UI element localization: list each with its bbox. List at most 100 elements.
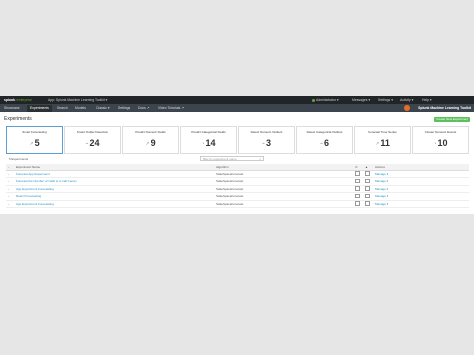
tab-docs[interactable]: Docs ↗ [138, 106, 150, 110]
card-detect-categorical-outliers[interactable]: Detect Categorical Outliers ⌁6 [296, 126, 353, 154]
tab-models[interactable]: Models [75, 106, 86, 110]
algorithm-cell: StateSpaceForecast [214, 170, 353, 178]
app-title: Splunk Machine Learning Toolkit [418, 106, 471, 110]
expand-icon[interactable]: › [8, 179, 9, 183]
expand-icon[interactable]: › [8, 172, 9, 176]
tab-showcase[interactable]: Showcase [4, 106, 20, 110]
experiment-count: 5 Experiments [9, 157, 29, 161]
experiment-link[interactable]: App Experiment Forecasting [16, 202, 54, 206]
create-experiment-button[interactable]: Create New Experiment [434, 117, 470, 122]
pie-icon: ◔ [201, 140, 205, 147]
algorithm-cell: StateSpaceForecast [214, 192, 353, 201]
schedule-checkbox[interactable] [365, 193, 370, 198]
messages-menu[interactable]: Messages ▾ [352, 98, 370, 102]
filter-input[interactable]: filter by experiment name × [200, 156, 264, 161]
filter-placeholder: filter by experiment name [203, 157, 237, 161]
alert-checkbox[interactable] [355, 178, 360, 183]
tab-experiments[interactable]: Experiments [27, 104, 52, 112]
card-count: 14 [205, 138, 216, 148]
expand-icon[interactable]: › [8, 187, 9, 191]
alert-checkbox[interactable] [355, 186, 360, 191]
card-predict-categorical-fields[interactable]: Predict Categorical Fields ◔14 [180, 126, 237, 154]
app-frame: splunk>enterprise App: Splunk Machine Le… [0, 96, 474, 214]
experiment-type-cards: Smart Forecasting ↗5 Smart Outlier Detect… [6, 126, 469, 154]
brand-suffix: >enterprise [14, 98, 32, 102]
app-menu[interactable]: App: Splunk Machine Learning Toolkit ▾ [48, 98, 107, 102]
splunk-logo[interactable]: splunk>enterprise [4, 98, 32, 102]
schedule-checkbox[interactable] [365, 171, 370, 176]
mltk-logo-icon [404, 104, 410, 111]
manage-menu[interactable]: Manage ▾ [375, 187, 388, 191]
card-smart-forecasting[interactable]: Smart Forecasting ↗5 [6, 126, 63, 154]
outlier-icon: ⌁ [261, 140, 265, 147]
card-count: 9 [150, 138, 156, 148]
card-label: Smart Outlier Detection [76, 129, 109, 134]
settings-menu[interactable]: Settings ▾ [378, 98, 393, 102]
table-row: › Forecast the Number of Calls to a Call … [6, 177, 469, 186]
alert-checkbox[interactable] [355, 201, 360, 206]
experiment-link[interactable]: Forecast App Experiment [16, 172, 50, 176]
experiment-link[interactable]: Detect Forecasting [16, 194, 41, 198]
expand-icon[interactable]: › [8, 202, 9, 206]
tab-settings[interactable]: Settings [118, 106, 130, 110]
manage-menu[interactable]: Manage ▾ [375, 172, 388, 176]
manage-menu[interactable]: Manage ▾ [375, 194, 388, 198]
algorithm-cell: StateSpaceForecast [214, 177, 353, 186]
experiments-table: › Experiment Name Algorithm ⊙ ▲ Actions … [6, 164, 469, 208]
manage-menu[interactable]: Manage ▾ [375, 202, 388, 206]
alert-checkbox[interactable] [355, 171, 360, 176]
brand-name: splunk [4, 98, 15, 102]
status-dot-icon [312, 98, 315, 102]
table-row: › App Experiment Forecasting StateSpaceFor… [6, 185, 469, 193]
pie-icon: ◔ [433, 140, 437, 147]
manage-menu[interactable]: Manage ▾ [375, 179, 388, 183]
schedule-checkbox[interactable] [365, 178, 370, 183]
help-menu[interactable]: Help ▾ [422, 98, 432, 102]
card-label: Cluster Numeric Events [424, 129, 457, 134]
activity-menu[interactable]: Activity ▾ [400, 98, 413, 102]
card-label: Predict Categorical Fields [191, 129, 226, 134]
card-forecast-time-series[interactable]: Forecast Time Series ↗11 [354, 126, 411, 154]
algorithm-cell: StateSpaceForecast [214, 200, 353, 208]
experiment-link[interactable]: App Experiment Forecasting [16, 187, 54, 191]
trend-icon: ↗ [375, 140, 380, 147]
page-title: Experiments [4, 116, 32, 122]
card-count: 6 [324, 138, 330, 148]
outlier-icon: ⌁ [85, 140, 89, 147]
alert-checkbox[interactable] [355, 193, 360, 198]
tab-search[interactable]: Search [57, 106, 68, 110]
card-predict-numeric-fields[interactable]: Predict Numeric Fields ↗9 [122, 126, 179, 154]
card-count: 11 [380, 138, 390, 148]
outlier-icon: ⌁ [319, 140, 323, 147]
card-detect-numeric-outliers[interactable]: Detect Numeric Outliers ⌁3 [238, 126, 295, 154]
alert-icon: ⊙ [355, 164, 358, 169]
card-count: 10 [437, 138, 448, 148]
app-nav-bar: Showcase Experiments Search Models Class… [0, 104, 474, 112]
algorithm-cell: StateSpaceForecast [214, 185, 353, 193]
card-label: Predict Numeric Fields [135, 129, 166, 134]
card-count: 5 [34, 138, 40, 148]
bell-icon: ▲ [365, 164, 368, 169]
tab-classic[interactable]: Classic ▾ [96, 106, 110, 110]
card-count: 3 [266, 138, 272, 148]
card-smart-outlier-detection[interactable]: Smart Outlier Detection ⌁24 [64, 126, 121, 154]
admin-label: Administrator ▾ [316, 98, 339, 102]
card-cluster-numeric-events[interactable]: Cluster Numeric Events ◔10 [412, 126, 469, 154]
card-label: Detect Categorical Outliers [306, 129, 343, 134]
clear-icon[interactable]: × [259, 157, 261, 162]
trend-icon: ↗ [29, 140, 34, 147]
card-count: 24 [89, 138, 100, 148]
expand-icon[interactable]: › [8, 194, 9, 198]
tab-video-tutorials[interactable]: Video Tutorials ↗ [158, 106, 184, 110]
splunk-top-bar: splunk>enterprise App: Splunk Machine Le… [0, 96, 474, 104]
schedule-checkbox[interactable] [365, 201, 370, 206]
experiment-link[interactable]: Forecast the Number of Calls to a Call C… [16, 179, 77, 183]
admin-menu[interactable]: Administrator ▾ [312, 98, 339, 102]
table-row: › App Experiment Forecasting StateSpaceFor… [6, 200, 469, 208]
expand-icon: › [8, 164, 9, 169]
card-label: Smart Forecasting [22, 129, 47, 134]
card-label: Forecast Time Series [368, 129, 397, 134]
card-label: Detect Numeric Outliers [250, 129, 283, 134]
schedule-checkbox[interactable] [365, 186, 370, 191]
table-row: › Detect Forecasting StateSpaceForecast Man… [6, 192, 469, 201]
